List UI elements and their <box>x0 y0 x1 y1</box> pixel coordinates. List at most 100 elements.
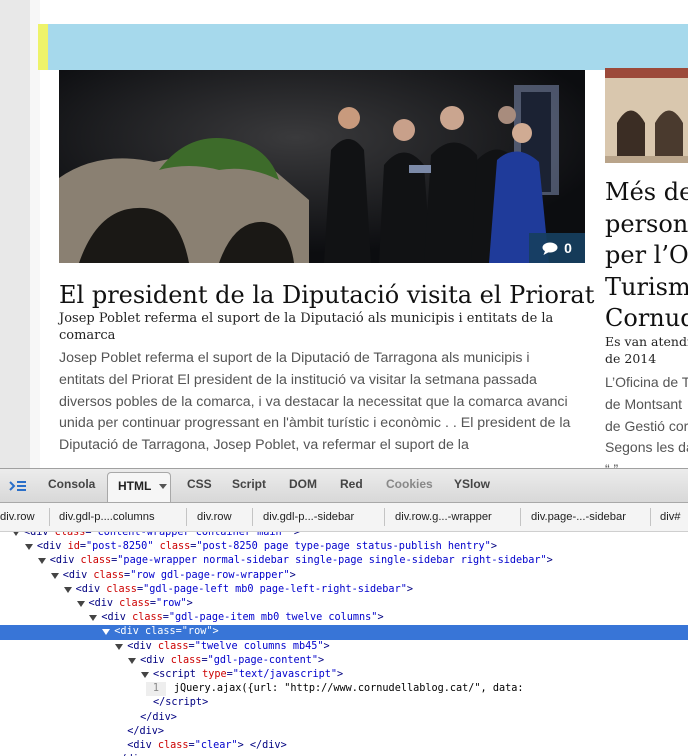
tag-bracket: > <box>186 598 193 609</box>
tree-node[interactable]: <div class="page-wrapper normal-sidebar … <box>50 554 553 568</box>
sidebar-title-line: Cornud <box>605 304 688 332</box>
tag-name: <div <box>88 598 114 609</box>
banner-accent-stripe <box>38 24 48 70</box>
breadcrumb-separator <box>520 508 521 526</box>
sidebar-meta-line: Es van atendr <box>605 334 688 349</box>
tag-bracket: > <box>490 541 497 553</box>
attr-value: "gdl-page-content" <box>207 654 318 666</box>
tab-cookies[interactable]: Cookies <box>386 477 433 491</box>
attr-value: "post-8250 page type-page status-publish… <box>196 541 491 553</box>
attr-value: "gdl-page-left mb0 page-left-right-sideb… <box>143 583 407 595</box>
expand-twisty-icon[interactable] <box>115 643 124 650</box>
tag-bracket: > <box>289 569 296 581</box>
closing-tag: </script> <box>153 697 209 709</box>
tab-dom[interactable]: DOM <box>289 477 317 491</box>
sidebar-post-thumbnail[interactable] <box>605 68 688 163</box>
sidebar-title-line: Turism <box>605 272 688 301</box>
tree-node[interactable]: <div class="content-wrapper container ma… <box>24 532 300 540</box>
breadcrumb-item[interactable]: div.row.g...-wrapper <box>395 511 492 523</box>
tree-node[interactable]: <div class="row"> <box>114 625 218 639</box>
comment-count-badge[interactable]: 0 <box>529 233 585 263</box>
night-photo-illustration <box>59 70 585 263</box>
expand-twisty-icon[interactable] <box>102 629 111 636</box>
breadcrumb-item[interactable]: div.gdl-p....columns <box>59 511 155 523</box>
tree-node[interactable]: <div class="gdl-page-content"> <box>140 654 324 668</box>
attr-name: class <box>138 626 176 638</box>
tab-css[interactable]: CSS <box>187 477 212 491</box>
attr-value: "post-8250" <box>85 541 154 553</box>
breadcrumb-item[interactable]: div# <box>660 511 681 523</box>
expand-twisty-icon[interactable] <box>12 532 20 536</box>
article-hero-image[interactable]: 0 <box>59 70 585 263</box>
tag-name: <div <box>36 541 62 553</box>
tree-node[interactable]: <div class="row"> <box>89 597 193 611</box>
breadcrumb-item[interactable]: div.row <box>197 511 232 523</box>
expand-twisty-icon[interactable] <box>128 657 137 664</box>
html-node-tree[interactable]: <div class="content-wrapper container ma… <box>0 532 688 756</box>
tag-bracket: > <box>318 654 325 666</box>
tab-html-label: HTML <box>118 479 152 493</box>
breadcrumb-separator <box>49 508 50 526</box>
attr-value: "row gdl-page-row-wrapper" <box>130 569 290 581</box>
attr-name: class <box>74 555 112 567</box>
expand-twisty-icon[interactable] <box>76 601 85 607</box>
attr-name: class <box>48 532 86 538</box>
sidebar-excerpt-line: “ ” <box>605 459 688 468</box>
attr-name: type <box>195 669 227 680</box>
breadcrumb-item[interactable]: div.gdl-p...-sidebar <box>263 511 354 523</box>
left-gutter-inner <box>30 0 40 468</box>
tab-html[interactable]: HTML <box>107 472 171 502</box>
sidebar-post-title[interactable]: Més de persone per l’Of Turism Cornud <box>605 177 688 335</box>
sidebar-title-line: Més de <box>605 178 688 206</box>
firebug-panel: Consola HTML CSS Script DOM Red Cookies … <box>0 468 688 756</box>
tag-name: <div <box>101 612 126 624</box>
sidebar-title-line: persone <box>605 209 688 238</box>
tree-node[interactable]: <div class="gdl-page-item mb0 twelve col… <box>101 611 383 625</box>
tab-script[interactable]: Script <box>232 477 266 491</box>
sidebar-post-meta: Es van atendr de 2014 <box>605 333 688 367</box>
breadcrumb-item[interactable]: div.row <box>0 511 35 523</box>
article-excerpt: Josep Poblet referma el suport de la Dip… <box>59 350 571 454</box>
tag-name: <div <box>140 654 165 666</box>
expand-twisty-icon[interactable] <box>37 558 46 565</box>
attr-value: "page-wrapper normal-sidebar single-page… <box>117 555 547 567</box>
chevron-down-icon[interactable] <box>159 484 168 490</box>
tree-node[interactable]: </script> <box>153 696 208 710</box>
expand-twisty-icon[interactable] <box>63 586 72 593</box>
tree-node[interactable]: <div class="gdl-page-left mb0 page-left-… <box>76 583 413 597</box>
tree-node[interactable]: </div> <box>127 725 164 739</box>
tab-consola[interactable]: Consola <box>48 477 95 491</box>
attr-name: class <box>87 569 125 581</box>
attr-name: class <box>151 740 189 751</box>
expand-twisty-icon[interactable] <box>141 672 149 678</box>
attr-name: class <box>125 612 163 624</box>
sidebar-excerpt-line: L’Oficina de T <box>605 374 688 390</box>
building-arch-photo <box>605 68 688 163</box>
script-code-text: jQuery.ajax({url: "http://www.cornudella… <box>173 683 524 695</box>
tree-node[interactable]: <div class="row gdl-page-row-wrapper"> <box>63 569 296 583</box>
article-title[interactable]: El president de la Diputació visita el P… <box>59 279 599 311</box>
tab-red[interactable]: Red <box>340 477 363 491</box>
comment-bubble-icon <box>542 242 558 255</box>
expand-twisty-icon[interactable] <box>50 572 59 579</box>
sidebar-title-line: per l’Of <box>605 241 688 269</box>
tree-node[interactable]: </div> <box>140 711 177 725</box>
tree-node[interactable]: <div class="twelve columns mb45"> <box>127 640 329 654</box>
expand-twisty-icon[interactable] <box>89 615 98 622</box>
tree-node[interactable]: <div class="clear"> </div> <box>127 739 287 753</box>
breadcrumb-item[interactable]: div.page-...-sidebar <box>531 511 626 523</box>
line-number: 1 <box>145 682 166 697</box>
tag-bracket: > <box>406 583 413 595</box>
tree-node[interactable]: <script type="text/javascript"> <box>153 668 343 682</box>
inspect-element-icon[interactable] <box>8 477 28 495</box>
tree-node[interactable]: <div id="post-8250" class="post-8250 pag… <box>37 540 497 554</box>
attr-name: class <box>164 654 202 666</box>
breadcrumb-separator <box>186 508 187 526</box>
tag-name: <div <box>114 626 139 638</box>
tab-yslow[interactable]: YSlow <box>454 477 490 491</box>
expand-twisty-icon[interactable] <box>24 544 33 551</box>
attr-value: "clear" <box>194 740 238 751</box>
tag-name: <div <box>75 583 101 595</box>
attr-value: "content-wrapper container main " <box>91 532 294 538</box>
code-line[interactable]: jQuery.ajax({url: "http://www.cornudella… <box>174 682 524 696</box>
